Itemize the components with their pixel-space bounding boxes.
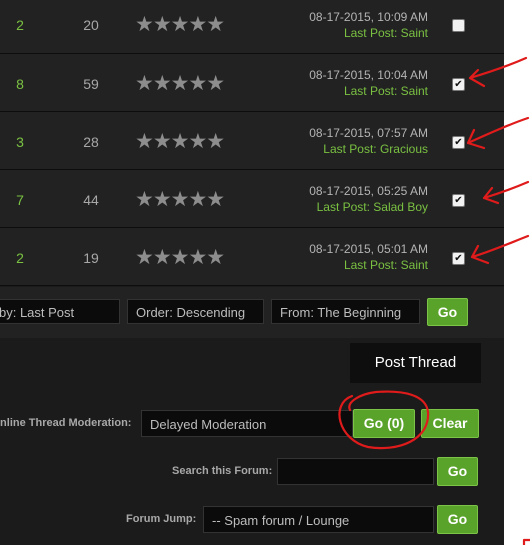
annotation-circle [338, 390, 430, 450]
annotation-layer [338, 56, 530, 545]
annotation-arrow [470, 234, 530, 265]
annotation-arrow [468, 56, 528, 88]
annotation-arrow [482, 180, 530, 205]
annotation-arrow [466, 116, 530, 150]
annotation-scribble [522, 538, 530, 545]
